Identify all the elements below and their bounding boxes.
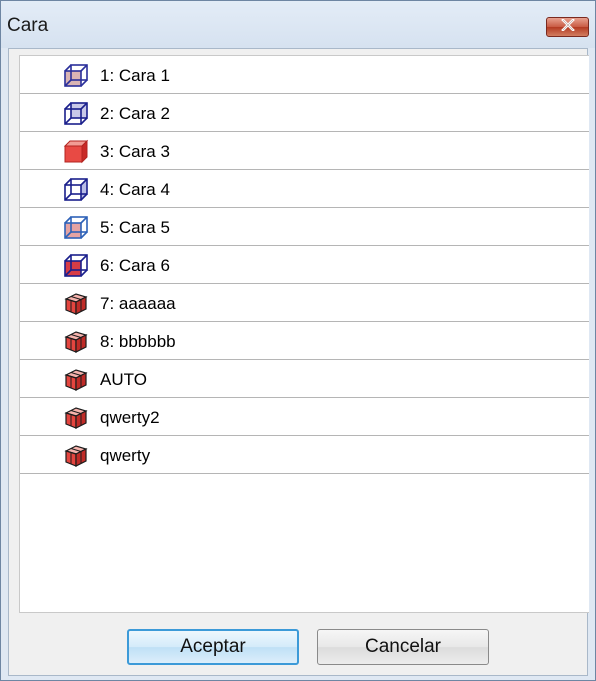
list-item-label: 3: Cara 3 [100,142,170,161]
cube-face-5-icon [62,214,90,240]
list-item[interactable]: 7: aaaaaa [20,284,589,322]
list-item-label: 1: Cara 1 [100,66,170,85]
list-item[interactable]: 2: Cara 2 [20,94,589,132]
list-item-label: 7: aaaaaa [100,294,176,313]
title-bar[interactable]: Cara [1,1,595,48]
dialog-client-area: 1: Cara 1 2: Cara 2 3: Cara 3 4: Cara 4 5: C… [8,48,589,676]
cube-face-4-icon [62,176,90,202]
cube-face-2-icon [62,100,90,126]
list-item[interactable]: AUTO [20,360,589,398]
cube-face-6-icon [62,252,90,278]
cube-face-3-icon [62,138,90,164]
list-item[interactable]: 5: Cara 5 [20,208,589,246]
list-item[interactable]: 1: Cara 1 [20,56,589,94]
list-item-label: 8: bbbbbb [100,332,176,351]
list-item[interactable]: 4: Cara 4 [20,170,589,208]
list-item[interactable]: 6: Cara 6 [20,246,589,284]
window-title: Cara [7,15,49,36]
list-item-label: 2: Cara 2 [100,104,170,123]
face-list[interactable]: 1: Cara 1 2: Cara 2 3: Cara 3 4: Cara 4 5: C… [19,55,589,613]
list-item-label: AUTO [100,370,147,389]
list-item[interactable]: qwerty2 [20,398,589,436]
cube-view-icon [62,328,90,354]
close-x-icon [560,18,576,36]
list-item[interactable]: 3: Cara 3 [20,132,589,170]
accept-button[interactable]: Aceptar [127,629,299,665]
list-item-label: 6: Cara 6 [100,256,170,275]
list-item-label: 5: Cara 5 [100,218,170,237]
cancel-button[interactable]: Cancelar [317,629,489,665]
cube-view-icon [62,366,90,392]
list-item-label: qwerty2 [100,408,160,427]
list-item[interactable]: 8: bbbbbb [20,322,589,360]
cube-face-1-icon [62,62,90,88]
dialog-window: Cara 1: Cara 1 2: Cara 2 3: Cara 3 4: Cara … [0,0,596,681]
close-button[interactable] [546,17,589,37]
list-item-label: 4: Cara 4 [100,180,170,199]
cube-view-icon [62,290,90,316]
cube-view-icon [62,404,90,430]
list-item-label: qwerty [100,446,151,465]
list-item[interactable]: qwerty [20,436,589,474]
cube-view-icon [62,442,90,468]
